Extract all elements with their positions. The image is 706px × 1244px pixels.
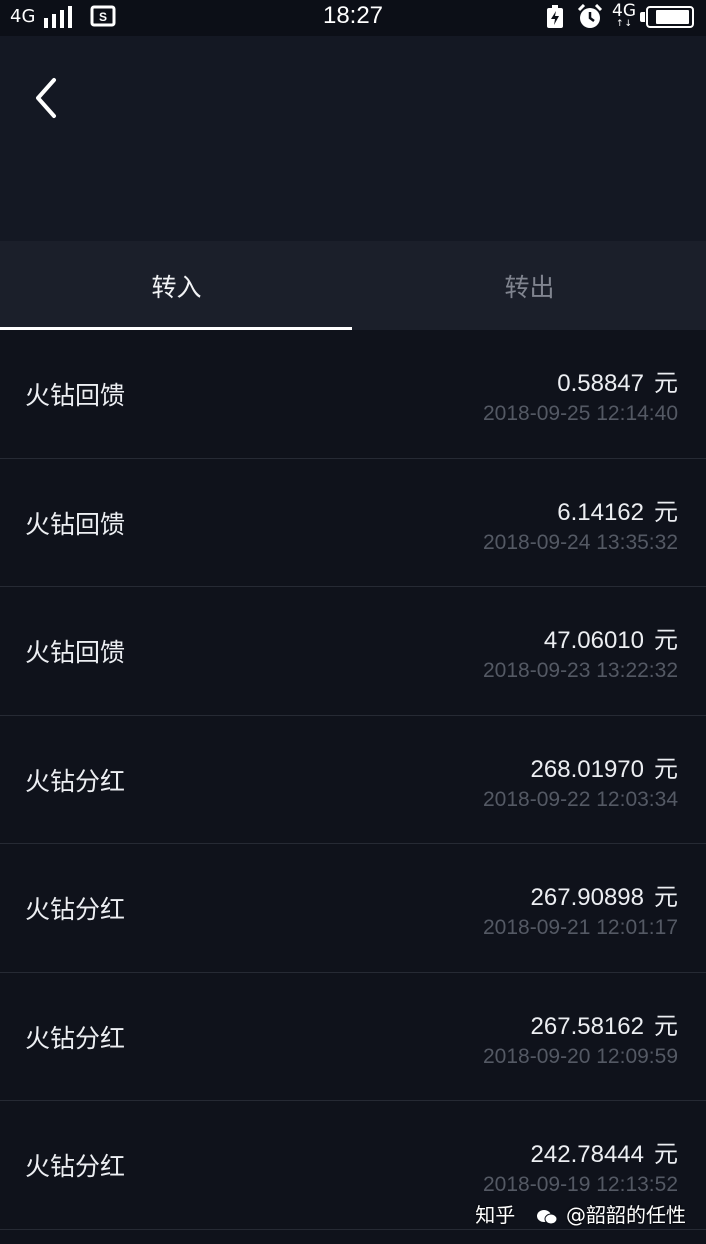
- network-type-2: 4G: [612, 1, 636, 21]
- list-item[interactable]: 火钻分红 267.58162 元 2018-09-20 12:09:59: [0, 972, 706, 1101]
- header: [0, 36, 706, 241]
- alarm-icon: [577, 4, 603, 28]
- list-item[interactable]: 火钻回馈 6.14162 元 2018-09-24 13:35:32: [0, 458, 706, 587]
- tab-bar: 转入 转出: [0, 241, 706, 330]
- record-title: 火钻分红: [25, 1023, 126, 1053]
- record-amount-line: 267.90898 元: [531, 877, 678, 912]
- back-button[interactable]: [18, 74, 72, 122]
- wechat-icon: [536, 1209, 558, 1224]
- record-time: 2018-09-25 12:14:40: [483, 402, 678, 425]
- record-title: 火钻分红: [25, 1152, 126, 1181]
- record-unit: 元: [654, 754, 678, 783]
- battery-tip: [640, 12, 645, 22]
- record-unit: 元: [654, 626, 678, 654]
- battery-level: [656, 10, 689, 24]
- list-item[interactable]: 火钻回馈 0.58847 元 2018-09-25 12:14:40: [0, 330, 706, 459]
- list-item[interactable]: 火钻回馈 47.06010 元 2018-09-23 13:22:32: [0, 587, 706, 716]
- record-amount: 268.01970: [530, 755, 644, 783]
- record-unit: 元: [654, 369, 678, 397]
- record-unit: 元: [654, 1011, 678, 1040]
- record-title: 火钻回馈: [25, 509, 126, 539]
- record-title: 火钻回馈: [25, 638, 126, 667]
- record-time: 2018-09-19 12:13:52: [483, 1173, 678, 1196]
- list-item[interactable]: 火钻分红 268.01970 元 2018-09-22 12:03:34: [0, 715, 706, 844]
- list-item[interactable]: 火钻分红 267.90898 元 2018-09-21 12:01:17: [0, 844, 706, 973]
- battery-icon: [646, 6, 694, 28]
- record-title: 火钻回馈: [25, 381, 126, 410]
- data-arrows: ↑↓: [616, 19, 634, 29]
- record-unit: 元: [654, 497, 678, 526]
- record-amount: 6.14162: [557, 498, 644, 526]
- record-amount-line: 0.58847 元: [557, 363, 678, 398]
- record-list: 火钻回馈 0.58847 元 2018-09-25 12:14:40 火钻回馈 6…: [0, 330, 706, 1230]
- record-amount: 47.06010: [543, 627, 644, 654]
- watermark: 知乎 @韶韶的任性: [475, 1199, 686, 1228]
- record-amount: 267.90898: [530, 884, 644, 911]
- record-amount-line: 242.78444 元: [531, 1134, 678, 1169]
- tab-transfer-out[interactable]: 转出: [353, 241, 706, 330]
- charging-icon: [547, 5, 563, 28]
- record-time: 2018-09-24 13:35:32: [483, 530, 678, 554]
- record-title: 火钻分红: [25, 895, 126, 924]
- record-time: 2018-09-20 12:09:59: [483, 1044, 678, 1068]
- record-time: 2018-09-23 13:22:32: [483, 659, 678, 682]
- record-amount: 267.58162: [530, 1012, 644, 1040]
- record-unit: 元: [654, 883, 678, 911]
- chevron-left-icon: [36, 78, 56, 118]
- record-time: 2018-09-21 12:01:17: [483, 916, 678, 939]
- record-amount-line: 6.14162 元: [557, 492, 678, 527]
- record-amount-line: 267.58162 元: [531, 1006, 678, 1041]
- record-title: 火钻分红: [25, 766, 126, 796]
- record-amount-line: 268.01970 元: [531, 749, 678, 784]
- watermark-author: @韶韶的任性: [566, 1203, 686, 1227]
- watermark-site: 知乎: [475, 1203, 516, 1227]
- record-unit: 元: [654, 1140, 678, 1168]
- record-amount: 0.58847: [557, 370, 644, 397]
- record-amount: 242.78444: [530, 1141, 644, 1168]
- status-bar: 4G S 18:27 4G ↑↓: [0, 0, 706, 36]
- record-time: 2018-09-22 12:03:34: [483, 787, 678, 811]
- record-amount-line: 47.06010 元: [544, 620, 678, 655]
- tab-transfer-in[interactable]: 转入: [0, 241, 353, 330]
